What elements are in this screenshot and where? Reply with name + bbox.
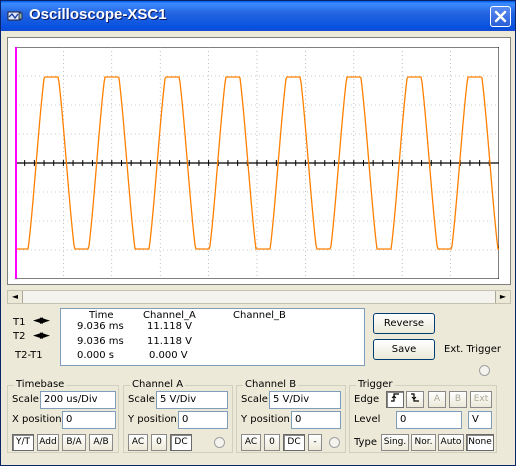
t2-label: T2 [13,331,26,342]
oscilloscope-icon [7,11,23,21]
trigger-auto-button[interactable]: Auto [438,434,464,451]
t1-label: T1 [13,317,26,328]
trigger-single-button[interactable]: Sing. [381,434,409,451]
channel-a-header: Channel_A [143,310,196,321]
window-title: Oscilloscope-XSC1 [29,6,167,23]
channel-a-ypos-field[interactable]: 0 [178,411,228,429]
t2-time: 9.036 ms [77,336,124,347]
x-position-label: X position [12,414,62,425]
channel-a-ac-button[interactable]: AC [128,434,148,451]
mode-ba-button[interactable]: B/A [62,434,86,451]
t1-channel-a: 11.118 V [147,321,193,332]
t2-t1-label: T2-T1 [15,350,43,361]
channel-b-ypos-field[interactable]: 0 [291,411,341,429]
cursor-controls: T1 ◄► T2 ◄► T2-T1 [7,309,57,367]
scroll-right-button[interactable]: ► [495,291,510,303]
channel-b-header: Channel_B [233,310,286,321]
t2-move-arrows[interactable]: ◄► [33,328,50,343]
save-button[interactable]: Save [373,339,435,360]
oscilloscope-window: Oscilloscope-XSC1 ◄ ► T1 ◄► T2 ◄► T2-T1 … [0,0,516,466]
channel-b-ypos-label: Y position [241,414,290,425]
title-bar[interactable]: Oscilloscope-XSC1 [1,1,515,31]
trigger-normal-button[interactable]: Nor. [411,434,436,451]
trigger-panel: Trigger Edge A B Ext Level 0 V Type Sing… [349,379,497,453]
channel-a-dc-button[interactable]: DC [170,434,192,451]
channel-a-zero-button[interactable]: 0 [151,434,167,451]
mode-ab-button[interactable]: A/B [89,434,113,451]
timebase-panel: Timebase Scale 200 us/Div X position 0 Y… [7,379,119,453]
measurement-readout: Time Channel_A Channel_B 9.036 ms 11.118… [60,308,365,366]
timebase-scale-field[interactable]: 200 us/Div [40,391,116,409]
close-button[interactable] [490,6,511,27]
channel-b-panel: Channel B Scale 5 V/Div Y position 0 AC … [236,379,346,453]
channel-a-panel: Channel A Scale 5 V/Div Y position 0 AC … [123,379,233,453]
close-icon [494,10,507,23]
delta-time: 0.000 s [77,350,115,361]
ext-trigger-label: Ext. Trigger [444,344,502,355]
mode-add-button[interactable]: Add [37,434,59,451]
channel-b-ac-button[interactable]: AC [241,434,261,451]
channel-b-scale-field[interactable]: 5 V/Div [269,391,341,409]
time-scrollbar[interactable]: ◄ ► [7,290,511,304]
rising-edge-button[interactable] [386,391,404,408]
trigger-none-button[interactable]: None [466,434,494,451]
channel-b-title: Channel B [243,379,299,390]
trigger-level-unit[interactable]: V [468,411,492,429]
time-header: Time [89,310,114,321]
trigger-level-label: Level [354,414,381,425]
trigger-level-field[interactable]: 0 [396,411,462,429]
t1-move-arrows[interactable]: ◄► [33,313,50,328]
x-position-field[interactable]: 0 [62,411,116,429]
mode-yt-button[interactable]: Y/T [12,434,34,451]
timebase-scale-label: Scale [12,394,39,405]
ext-trigger-terminal[interactable] [479,365,490,376]
channel-b-dc-button[interactable]: DC [283,434,305,451]
t2-channel-a: 11.118 V [147,336,193,347]
trigger-source-a-button[interactable]: A [428,391,446,408]
channel-b-invert-button[interactable]: - [308,434,322,451]
scope-display[interactable] [15,47,499,279]
channel-b-terminal[interactable] [329,437,340,448]
timebase-title: Timebase [14,379,67,390]
reverse-button[interactable]: Reverse [373,313,435,334]
channel-a-ypos-label: Y position [128,414,177,425]
trigger-source-b-button[interactable]: B [449,391,467,408]
channel-a-terminal[interactable] [214,437,225,448]
trigger-type-label: Type [354,437,377,448]
rising-edge-icon [391,393,399,402]
falling-edge-icon [411,393,419,402]
channel-a-scale-label: Scale [128,394,155,405]
channel-a-title: Channel A [130,379,186,390]
channel-b-zero-button[interactable]: 0 [264,434,280,451]
channel-b-scale-label: Scale [241,394,268,405]
trigger-edge-label: Edge [354,394,380,405]
delta-channel-a: 0.000 V [149,350,188,361]
scroll-left-button[interactable]: ◄ [8,291,23,303]
trigger-title: Trigger [356,379,395,390]
falling-edge-button[interactable] [406,391,424,408]
channel-a-scale-field[interactable]: 5 V/Div [156,391,228,409]
t1-time: 9.036 ms [77,321,124,332]
trigger-source-ext-button[interactable]: Ext [470,391,492,408]
